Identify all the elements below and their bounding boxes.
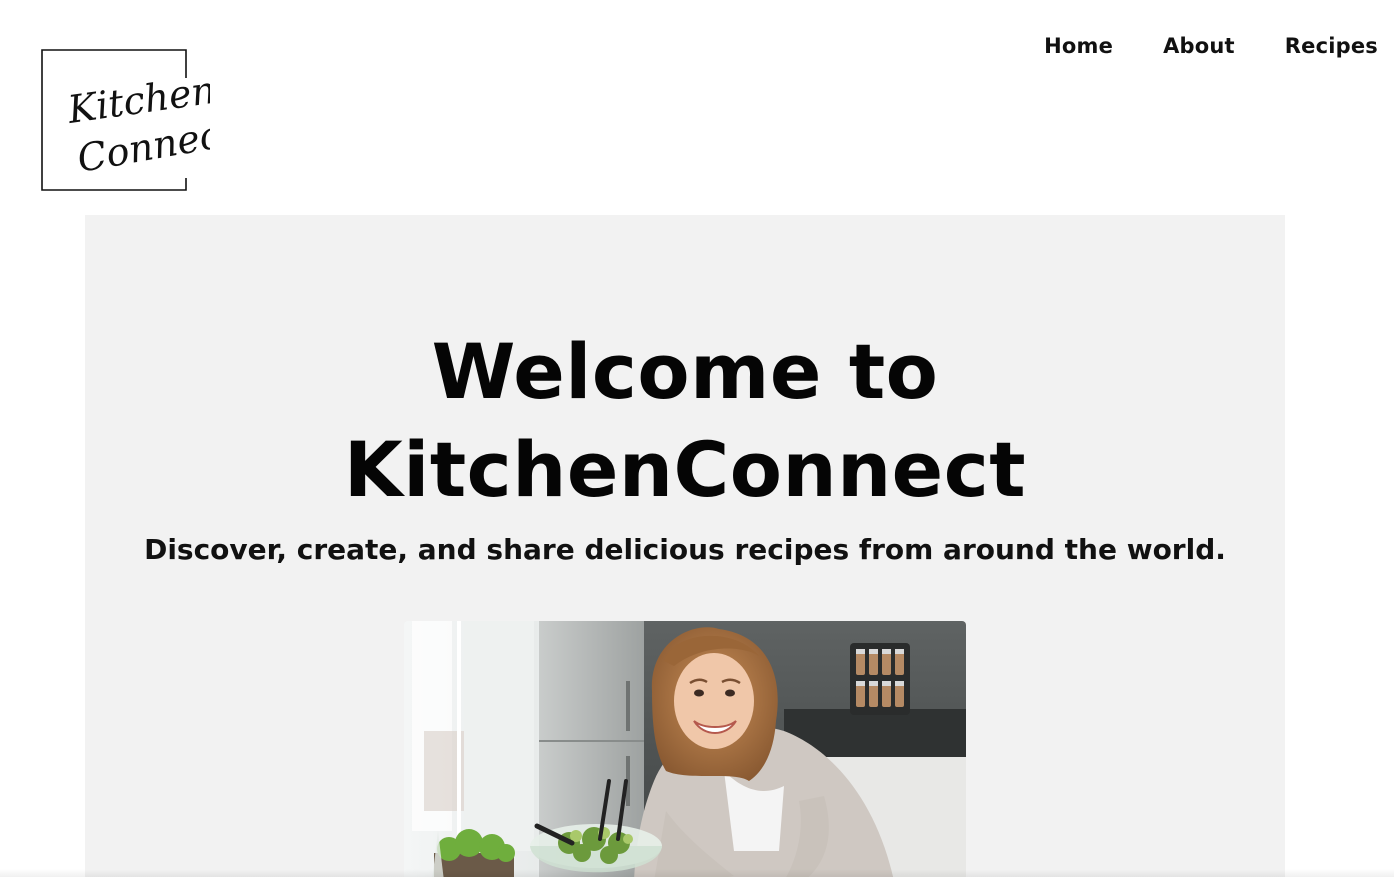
page-bottom-shadow (0, 869, 1394, 877)
hero-photo-illustration (404, 621, 966, 877)
hero-subtitle: Discover, create, and share delicious re… (144, 533, 1226, 566)
kitchenconnect-logo[interactable]: Kitchen Connect (40, 48, 210, 194)
hero-photo-woman-cooking (404, 621, 966, 877)
hero-title-line-2: KitchenConnect (343, 425, 1027, 514)
hero-title-line-1: Welcome to (431, 327, 939, 416)
nav-home-link[interactable]: Home (1044, 34, 1113, 58)
nav-about-link[interactable]: About (1163, 34, 1235, 58)
page: Kitchen Connect Home About Recipes Welco… (0, 0, 1394, 877)
logo-mark: Kitchen Connect (41, 49, 210, 191)
main-nav: Home About Recipes (1044, 34, 1378, 58)
nav-recipes-link[interactable]: Recipes (1285, 34, 1378, 58)
hero-section: Welcome to KitchenConnect Discover, crea… (85, 215, 1285, 877)
hero-title: Welcome to KitchenConnect (85, 323, 1285, 519)
